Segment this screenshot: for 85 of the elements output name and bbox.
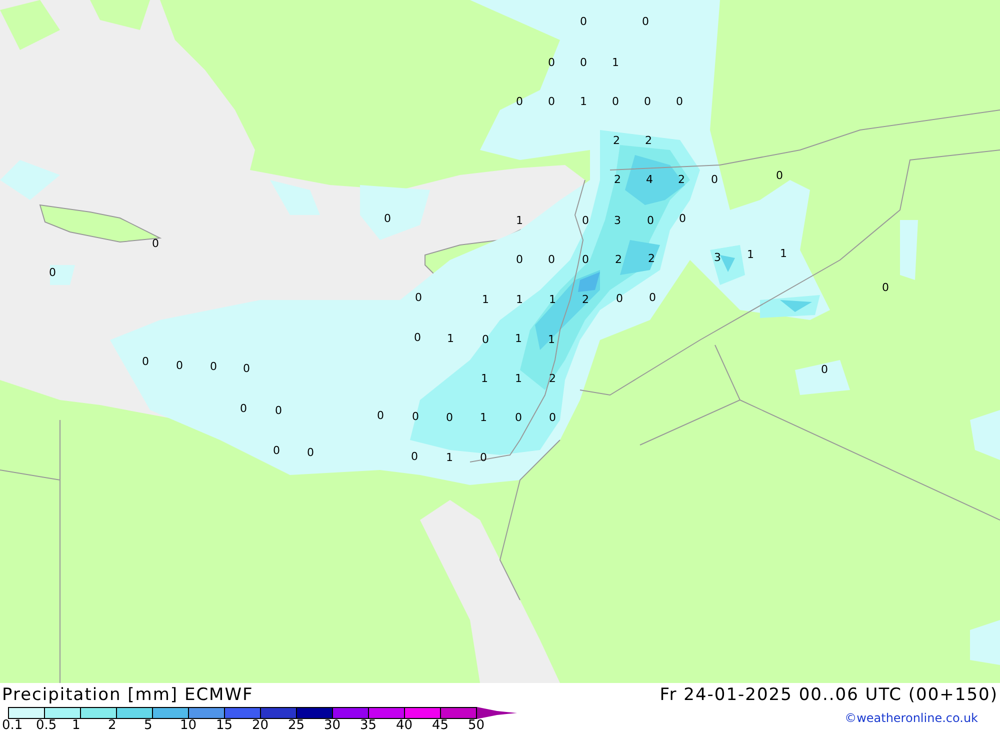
grid-value: 0 (676, 94, 683, 110)
grid-value: 0 (414, 330, 421, 346)
grid-value: 0 (480, 450, 487, 466)
grid-value: 0 (176, 358, 183, 374)
legend-tick-label: 30 (324, 719, 341, 733)
grid-value: 0 (580, 14, 587, 30)
grid-value: 0 (142, 354, 149, 370)
grid-value: 0 (647, 213, 654, 229)
grid-value: 1 (747, 247, 754, 263)
grid-value: 2 (549, 371, 556, 387)
grid-value: 0 (548, 252, 555, 268)
grid-value: 2 (648, 251, 655, 267)
grid-value: 2 (678, 172, 685, 188)
grid-value: 0 (649, 290, 656, 306)
grid-value: 0 (548, 55, 555, 71)
grid-value: 3 (614, 213, 621, 229)
grid-value: 0 (582, 213, 589, 229)
legend-tick-label: 45 (432, 719, 449, 733)
grid-value: 1 (447, 331, 454, 347)
grid-value: 0 (616, 291, 623, 307)
grid-value: 4 (646, 172, 653, 188)
grid-value: 2 (613, 133, 620, 149)
grid-value: 0 (679, 211, 686, 227)
grid-value: 1 (446, 450, 453, 466)
grid-value: 0 (548, 94, 555, 110)
grid-value: 0 (612, 94, 619, 110)
grid-value: 1 (481, 371, 488, 387)
grid-value: 0 (482, 332, 489, 348)
grid-value: 0 (307, 445, 314, 461)
grid-value: 1 (549, 292, 556, 308)
grid-value: 3 (714, 250, 721, 266)
legend-tick-label: 0.5 (36, 719, 57, 733)
credit-link[interactable]: ©weatheronline.co.uk (844, 711, 978, 725)
grid-value: 0 (49, 265, 56, 281)
grid-value: 0 (411, 449, 418, 465)
legend-tick-label: 40 (396, 719, 413, 733)
legend-tick-label: 50 (468, 719, 485, 733)
grid-value: 0 (582, 252, 589, 268)
legend-tick-label: 25 (288, 719, 305, 733)
grid-value: 1 (480, 410, 487, 426)
grid-value: 0 (412, 409, 419, 425)
grid-value: 1 (780, 246, 787, 262)
grid-value: 0 (210, 359, 217, 375)
grid-value: 1 (516, 292, 523, 308)
grid-value: 0 (516, 94, 523, 110)
grid-value: 0 (243, 361, 250, 377)
grid-value: 1 (515, 371, 522, 387)
legend-tick-label: 0.1 (2, 719, 23, 733)
grid-value: 0 (273, 443, 280, 459)
grid-value: 2 (645, 133, 652, 149)
grid-value: 0 (711, 172, 718, 188)
grid-value: 1 (482, 292, 489, 308)
grid-value: 0 (580, 55, 587, 71)
grid-value: 2 (615, 252, 622, 268)
map-title: Precipitation [mm] ECMWF (2, 685, 254, 705)
grid-value: 1 (516, 213, 523, 229)
grid-value: 1 (548, 332, 555, 348)
legend-tick-label: 2 (108, 719, 116, 733)
grid-value: 1 (612, 55, 619, 71)
grid-value: 0 (152, 236, 159, 252)
legend-tick-label: 5 (144, 719, 152, 733)
grid-value: 0 (415, 290, 422, 306)
grid-value: 2 (582, 292, 589, 308)
grid-value: 0 (642, 14, 649, 30)
grid-value: 0 (516, 252, 523, 268)
grid-value: 0 (821, 362, 828, 378)
grid-value: 0 (446, 410, 453, 426)
grid-value: 1 (580, 94, 587, 110)
grid-value: 1 (515, 331, 522, 347)
grid-value: 0 (549, 410, 556, 426)
grid-value: 0 (882, 280, 889, 296)
legend-tick-label: 20 (252, 719, 269, 733)
forecast-time: Fr 24-01-2025 00..06 UTC (00+150) (660, 685, 998, 705)
grid-value: 0 (384, 211, 391, 227)
grid-value: 0 (515, 410, 522, 426)
grid-value: 2 (614, 172, 621, 188)
grid-value: 0 (644, 94, 651, 110)
legend-tick-label: 35 (360, 719, 377, 733)
grid-value: 0 (377, 408, 384, 424)
grid-value: 0 (240, 401, 247, 417)
grid-value: 0 (275, 403, 282, 419)
legend-tick-label: 15 (216, 719, 233, 733)
legend-tick-label: 1 (72, 719, 80, 733)
grid-value: 0 (776, 168, 783, 184)
legend-tick-label: 10 (180, 719, 197, 733)
